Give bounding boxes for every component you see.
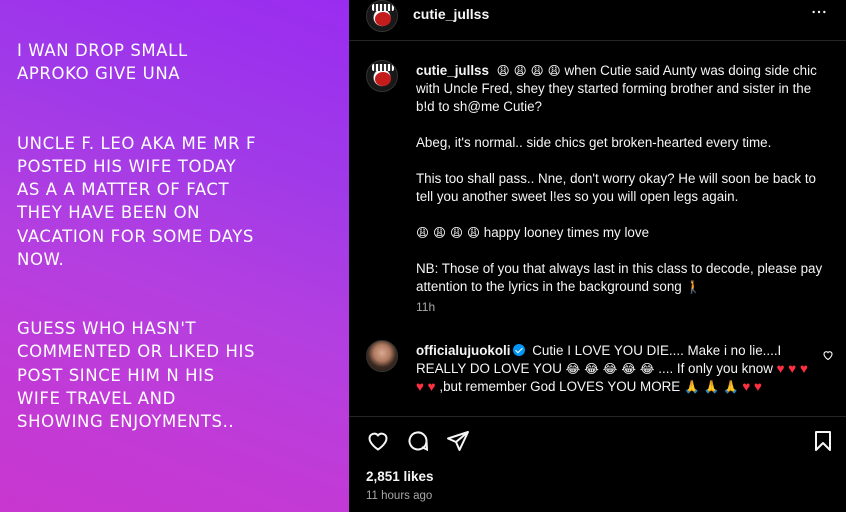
heart-icon[interactable] bbox=[366, 429, 390, 453]
bookmark-icon[interactable] bbox=[811, 429, 835, 453]
comment-text-c: ,but remember God LOVES YOU MORE bbox=[439, 379, 681, 394]
caption-emoji-row: 😩 😩 😩 😩 bbox=[416, 225, 481, 240]
comment-text-b: .... If only you know bbox=[658, 361, 773, 376]
more-horizontal-icon[interactable] bbox=[808, 4, 830, 20]
comment-emoji-laugh: 😂 😂 😂 😂 😂 bbox=[565, 361, 655, 376]
media-paragraph-2: UNCLE F. LEO AKA ME MR F POSTED HIS WIFE… bbox=[17, 133, 257, 269]
caption-paragraph-2: Abeg, it's normal.. side chics get broke… bbox=[416, 135, 772, 150]
share-icon[interactable] bbox=[446, 429, 470, 453]
verified-badge-icon bbox=[513, 344, 526, 356]
action-bar bbox=[349, 416, 846, 462]
caption-paragraph-4: happy looney times my love bbox=[483, 225, 650, 240]
post-timestamp[interactable]: 11 hours ago bbox=[366, 490, 432, 502]
caption-username[interactable]: cutie_jullss bbox=[416, 63, 489, 78]
caption-avatar[interactable] bbox=[366, 60, 398, 92]
author-username[interactable]: cutie_jullss bbox=[413, 6, 489, 22]
caption-paragraph-5: NB: Those of you that always last in thi… bbox=[416, 261, 823, 294]
media-paragraph-3: GUESS WHO HASN'T COMMENTED OR LIKED HIS … bbox=[17, 319, 256, 432]
commenter-avatar[interactable] bbox=[366, 340, 398, 372]
caption-timestamp[interactable]: 11h bbox=[416, 300, 435, 314]
like-count[interactable]: 2,851 likes bbox=[366, 469, 434, 484]
walking-emoji: 🚶 bbox=[685, 279, 702, 294]
commenter-username[interactable]: officialujuokoli bbox=[416, 343, 510, 358]
comment-hearts-b: ♥ ♥ bbox=[742, 379, 762, 394]
caption-emoji-lead: 😩 😩 😩 😩 bbox=[496, 63, 561, 78]
caption-text: cutie_jullss 😩 😩 😩 😩 when Cutie said Aun… bbox=[416, 62, 828, 314]
comment-pray-emoji: 🙏 🙏 🙏 bbox=[683, 379, 739, 394]
caption-paragraph-3: This too shall pass.. Nne, don't worry o… bbox=[416, 171, 817, 204]
author-avatar[interactable] bbox=[366, 0, 398, 32]
media-text: I WAN DROP SMALL APROKO GIVE UNA UNCLE F… bbox=[17, 16, 337, 479]
post-media[interactable]: I WAN DROP SMALL APROKO GIVE UNA UNCLE F… bbox=[0, 0, 349, 512]
comment-like-heart-icon[interactable] bbox=[822, 349, 834, 361]
comment-text: officialujuokoli Cutie I LOVE YOU DIE...… bbox=[416, 342, 812, 396]
comment-icon[interactable] bbox=[406, 429, 430, 453]
post-header: cutie_jullss bbox=[349, 0, 846, 40]
media-paragraph-1: I WAN DROP SMALL APROKO GIVE UNA bbox=[17, 41, 188, 84]
header-divider bbox=[349, 40, 846, 41]
post-sidebar: cutie_jullss cutie_jullss 😩 😩 😩 😩 when C… bbox=[349, 0, 846, 512]
